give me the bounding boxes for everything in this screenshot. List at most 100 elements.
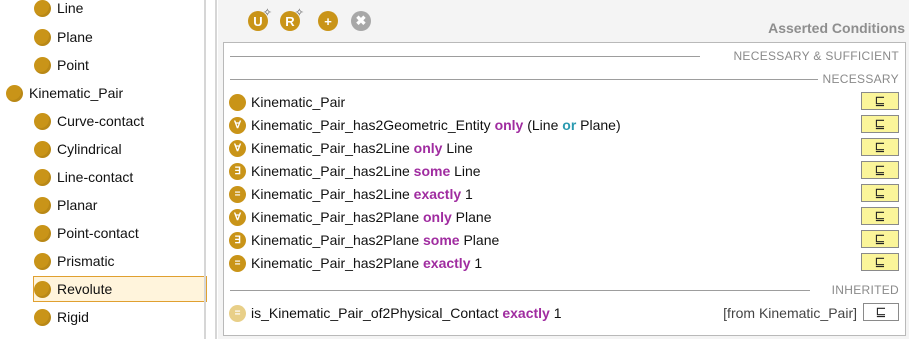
condition-filler: (Line: [527, 117, 559, 133]
subclass-toggle-button[interactable]: ⊑: [861, 115, 899, 133]
inherited-condition-row[interactable]: = is_Kinematic_Pair_of2Physical_Contact …: [224, 302, 905, 324]
section-header-necessary: NECESSARY: [224, 70, 905, 88]
condition-quantifier: some: [423, 232, 460, 248]
named-class-icon: [229, 94, 246, 111]
condition-text: Kinematic_Pair_has2Plane some Plane: [251, 232, 499, 248]
tree-item-curve-contact[interactable]: Curve-contact: [34, 110, 144, 132]
condition-quantifier: some: [413, 163, 451, 179]
tree-item-rigid[interactable]: Rigid: [34, 306, 89, 328]
section-label: NECESSARY: [822, 72, 899, 86]
class-icon: [34, 224, 51, 242]
tree-item-point-contact[interactable]: Point-contact: [34, 222, 139, 244]
tree-item-label: Prismatic: [57, 253, 115, 269]
condition-filler: 1: [553, 305, 562, 321]
sparkle-icon: ✧: [262, 7, 272, 19]
condition-property: Kinematic_Pair_has2Plane: [251, 255, 420, 271]
condition-text: Kinematic_Pair: [251, 94, 345, 110]
tree-item-plane[interactable]: Plane: [34, 26, 93, 48]
subclass-toggle-button[interactable]: ⊑: [861, 184, 899, 202]
class-icon: [34, 28, 51, 46]
class-icon: [34, 140, 51, 158]
create-class-icon: +: [318, 11, 338, 31]
tree-item-prismatic[interactable]: Prismatic: [34, 250, 115, 272]
section-divider: [230, 56, 700, 57]
cardinality-restriction-icon: =: [229, 255, 246, 272]
subclass-toggle-button[interactable]: ⊑: [863, 303, 899, 321]
create-class-button[interactable]: +: [318, 9, 342, 33]
subclass-toggle-button[interactable]: ⊑: [861, 92, 899, 110]
condition-filler: Line: [454, 163, 481, 179]
tree-item-cylindrical[interactable]: Cylindrical: [34, 138, 122, 160]
condition-row[interactable]: ∀ Kinematic_Pair_has2Plane only Plane ⊑: [224, 206, 905, 228]
class-hierarchy-tree: Line Plane Point Kinematic_Pair Curve-co…: [0, 0, 207, 339]
tree-item-point[interactable]: Point: [34, 54, 89, 76]
condition-property: Kinematic_Pair_has2Line: [251, 140, 410, 156]
conditions-toolbar: U ✧ R ✧ + ✖ Asserted Conditions: [218, 0, 909, 40]
tree-item-label: Point-contact: [57, 225, 139, 241]
tree-item-kinematic-pair[interactable]: Kinematic_Pair: [6, 82, 123, 104]
condition-row[interactable]: ∀ Kinematic_Pair_has2Line only Line ⊑: [224, 137, 905, 159]
condition-quantifier: exactly: [423, 255, 471, 271]
universal-restriction-icon: ∀: [229, 140, 246, 157]
add-restriction-button[interactable]: R ✧: [280, 7, 304, 33]
asserted-conditions-panel: U ✧ R ✧ + ✖ Asserted Conditions NECESSAR…: [218, 0, 909, 339]
condition-row[interactable]: Kinematic_Pair ⊑: [224, 91, 905, 113]
class-icon: [34, 0, 51, 17]
existential-restriction-icon: ∃: [229, 232, 246, 249]
condition-text: Kinematic_Pair_has2Plane exactly 1: [251, 255, 482, 271]
subclass-toggle-button[interactable]: ⊑: [861, 207, 899, 225]
tree-item-planar[interactable]: Planar: [34, 194, 97, 216]
existential-restriction-icon: ∃: [229, 163, 246, 180]
section-label: INHERITED: [831, 283, 899, 297]
universal-restriction-icon: ∀: [229, 117, 246, 134]
subclass-toggle-button[interactable]: ⊑: [861, 138, 899, 156]
condition-quantifier: exactly: [502, 305, 550, 321]
condition-filler: Plane): [580, 117, 621, 133]
tree-item-line[interactable]: Line: [34, 0, 83, 19]
tree-item-label: Curve-contact: [57, 113, 145, 129]
condition-text: Kinematic_Pair_has2Geometric_Entity only…: [251, 117, 621, 133]
section-divider: [230, 290, 810, 291]
class-icon: [34, 56, 51, 74]
tree-item-line-contact[interactable]: Line-contact: [34, 166, 133, 188]
condition-filler: Line: [446, 140, 473, 156]
subclass-toggle-button[interactable]: ⊑: [861, 230, 899, 248]
condition-text: Kinematic_Pair_has2Plane only Plane: [251, 209, 491, 225]
condition-row[interactable]: ∃ Kinematic_Pair_has2Plane some Plane ⊑: [224, 229, 905, 251]
class-icon: [34, 168, 51, 186]
inherited-from-label: [from Kinematic_Pair]: [723, 305, 857, 321]
condition-property: Kinematic_Pair_has2Line: [251, 186, 410, 202]
splitter[interactable]: [204, 0, 206, 339]
section-header-inherited: INHERITED: [224, 281, 905, 299]
tree-item-revolute[interactable]: Revolute: [33, 276, 207, 302]
panel-title: Asserted Conditions: [768, 20, 905, 36]
condition-text: is_Kinematic_Pair_of2Physical_Contact ex…: [251, 305, 562, 321]
divider: [215, 0, 217, 339]
condition-row[interactable]: = Kinematic_Pair_has2Line exactly 1 ⊑: [224, 183, 905, 205]
delete-condition-icon: ✖: [351, 11, 371, 31]
tree-item-label: Line-contact: [57, 169, 134, 185]
condition-quantifier: exactly: [413, 186, 462, 202]
condition-property: Kinematic_Pair_has2Line: [251, 163, 410, 179]
condition-property: Kinematic_Pair_has2Plane: [251, 232, 420, 248]
condition-filler: 1: [465, 186, 473, 202]
condition-text: Kinematic_Pair_has2Line exactly 1: [251, 186, 473, 202]
condition-filler: Plane: [463, 232, 500, 248]
section-divider: [230, 79, 818, 80]
condition-row[interactable]: = Kinematic_Pair_has2Plane exactly 1 ⊑: [224, 252, 905, 274]
class-icon: [34, 252, 51, 270]
tree-item-label: Kinematic_Pair: [29, 85, 124, 101]
tree-item-label: Cylindrical: [57, 141, 122, 157]
condition-property: Kinematic_Pair_has2Geometric_Entity: [251, 117, 491, 133]
condition-quantifier: only: [494, 117, 524, 133]
condition-row[interactable]: ∃ Kinematic_Pair_has2Line some Line ⊑: [224, 160, 905, 182]
tree-item-label: Planar: [57, 197, 98, 213]
class-icon: [34, 112, 51, 130]
subclass-toggle-button[interactable]: ⊑: [861, 253, 899, 271]
condition-row[interactable]: ∀ Kinematic_Pair_has2Geometric_Entity on…: [224, 114, 905, 136]
add-named-class-button[interactable]: U ✧: [248, 7, 272, 33]
cardinality-restriction-icon: =: [229, 186, 246, 203]
universal-restriction-icon: ∀: [229, 209, 246, 226]
subclass-toggle-button[interactable]: ⊑: [861, 161, 899, 179]
delete-condition-button[interactable]: ✖: [351, 9, 375, 33]
